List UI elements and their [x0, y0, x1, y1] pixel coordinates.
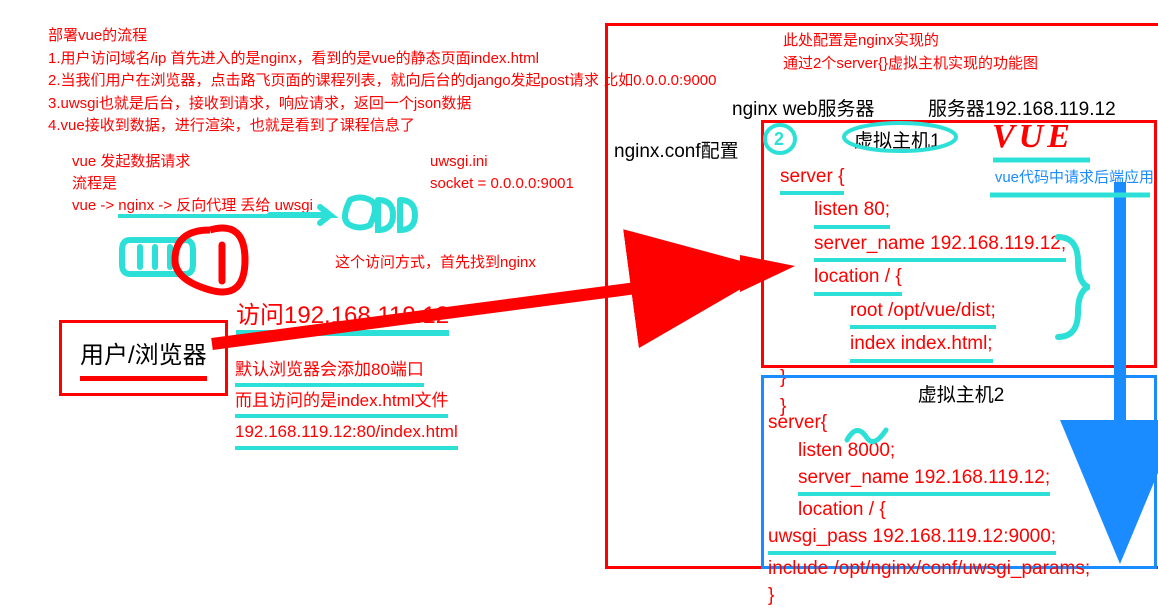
h2-uwsgipass: uwsgi_pass 192.168.119.12:9000;	[768, 523, 1056, 555]
cyan-scribble-icon	[842, 420, 892, 450]
step-1: 1.用户访问域名/ip 首先进入的是nginx，看到的是vue的静态页面inde…	[48, 48, 753, 71]
step-3: 3.uwsgi也就是后台，接收到请求，响应请求，返回一个json数据	[48, 93, 753, 116]
circled-1-icon	[175, 228, 245, 292]
access-ip: 访问192.168.119.12	[236, 295, 449, 336]
host1-title-oval-icon	[838, 120, 968, 154]
deploy-title: 部署vue的流程	[48, 25, 753, 48]
h2-servername: server_name 192.168.119.12;	[798, 464, 1050, 496]
vue-flow-l1: vue 发起数据请求	[72, 151, 313, 173]
default-port-note: 默认浏览器会添加80端口 而且访问的是index.html文件 192.168.…	[235, 356, 458, 450]
nginx-web-label: nginx web服务器	[732, 94, 875, 121]
vue-handwritten: VUE	[992, 118, 1074, 156]
h1-server: server {	[780, 162, 844, 195]
vue-flow: vue 发起数据请求 流程是 vue -> nginx -> 反向代理 丢给 u…	[72, 151, 313, 216]
step-2: 2.当我们用户在浏览器，点击路飞页面的课程列表，就向后台的django发起pos…	[48, 70, 753, 93]
h1-listen: listen 80;	[814, 195, 890, 228]
vue-flow-l3: vue -> nginx -> 反向代理 丢给 uwsgi	[72, 195, 313, 217]
uwsgi-ini: uwsgi.ini socket = 0.0.0.0:9001	[430, 151, 574, 195]
h2-close: }	[768, 585, 774, 606]
user-browser-box: 用户/浏览器	[59, 320, 228, 396]
h2-server: server{	[768, 412, 827, 433]
nginx-conf-label: nginx.conf配置	[614, 136, 739, 163]
default-port-l1: 默认浏览器会添加80端口	[235, 356, 424, 387]
vue-flow-l2: 流程是	[72, 173, 313, 195]
h1-root: root /opt/vue/dist;	[850, 296, 996, 329]
top-right-note: 此处配置是nginx实现的 通过2个server{}虚拟主机实现的功能图	[783, 30, 1038, 75]
host2-content: 虚拟主机2 server{ listen 8000; server_name 1…	[766, 380, 1156, 610]
cyan-brace-icon	[1050, 232, 1090, 342]
circled-2-icon: 2	[762, 122, 798, 156]
access-note: 这个访问方式，首先找到nginx	[335, 251, 536, 272]
default-port-l2: 而且访问的是index.html文件	[235, 387, 448, 418]
host2-title: 虚拟主机2	[766, 380, 1156, 407]
svg-text:2: 2	[774, 129, 784, 149]
deploy-process: 部署vue的流程 1.用户访问域名/ip 首先进入的是nginx，看到的是vue…	[48, 25, 753, 138]
default-port-l3: 192.168.119.12:80/index.html	[235, 418, 458, 449]
nginx-proxy-text: nginx -> 反向代理 丢给	[118, 197, 270, 218]
server-ip-label: 服务器192.168.119.12	[928, 94, 1116, 121]
user-browser-label: 用户/浏览器	[80, 342, 207, 369]
uwsgi-ini-title: uwsgi.ini	[430, 151, 574, 173]
h1-req-backend: vue代码中请求后端应用	[995, 166, 1154, 189]
top-right-l2: 通过2个server{}虚拟主机实现的功能图	[783, 53, 1038, 76]
top-right-l1: 此处配置是nginx实现的	[783, 30, 1038, 53]
h1-index: index index.html;	[850, 329, 993, 362]
h2-location: location / {	[798, 496, 886, 524]
h1-servername: server_name 192.168.119.12;	[814, 229, 1066, 262]
step-4: 4.vue接收到数据，进行渲染，也就是看到了课程信息了	[48, 115, 753, 138]
h1-location: location / {	[814, 262, 902, 295]
uwsgi-ini-socket: socket = 0.0.0.0:9001	[430, 173, 574, 195]
